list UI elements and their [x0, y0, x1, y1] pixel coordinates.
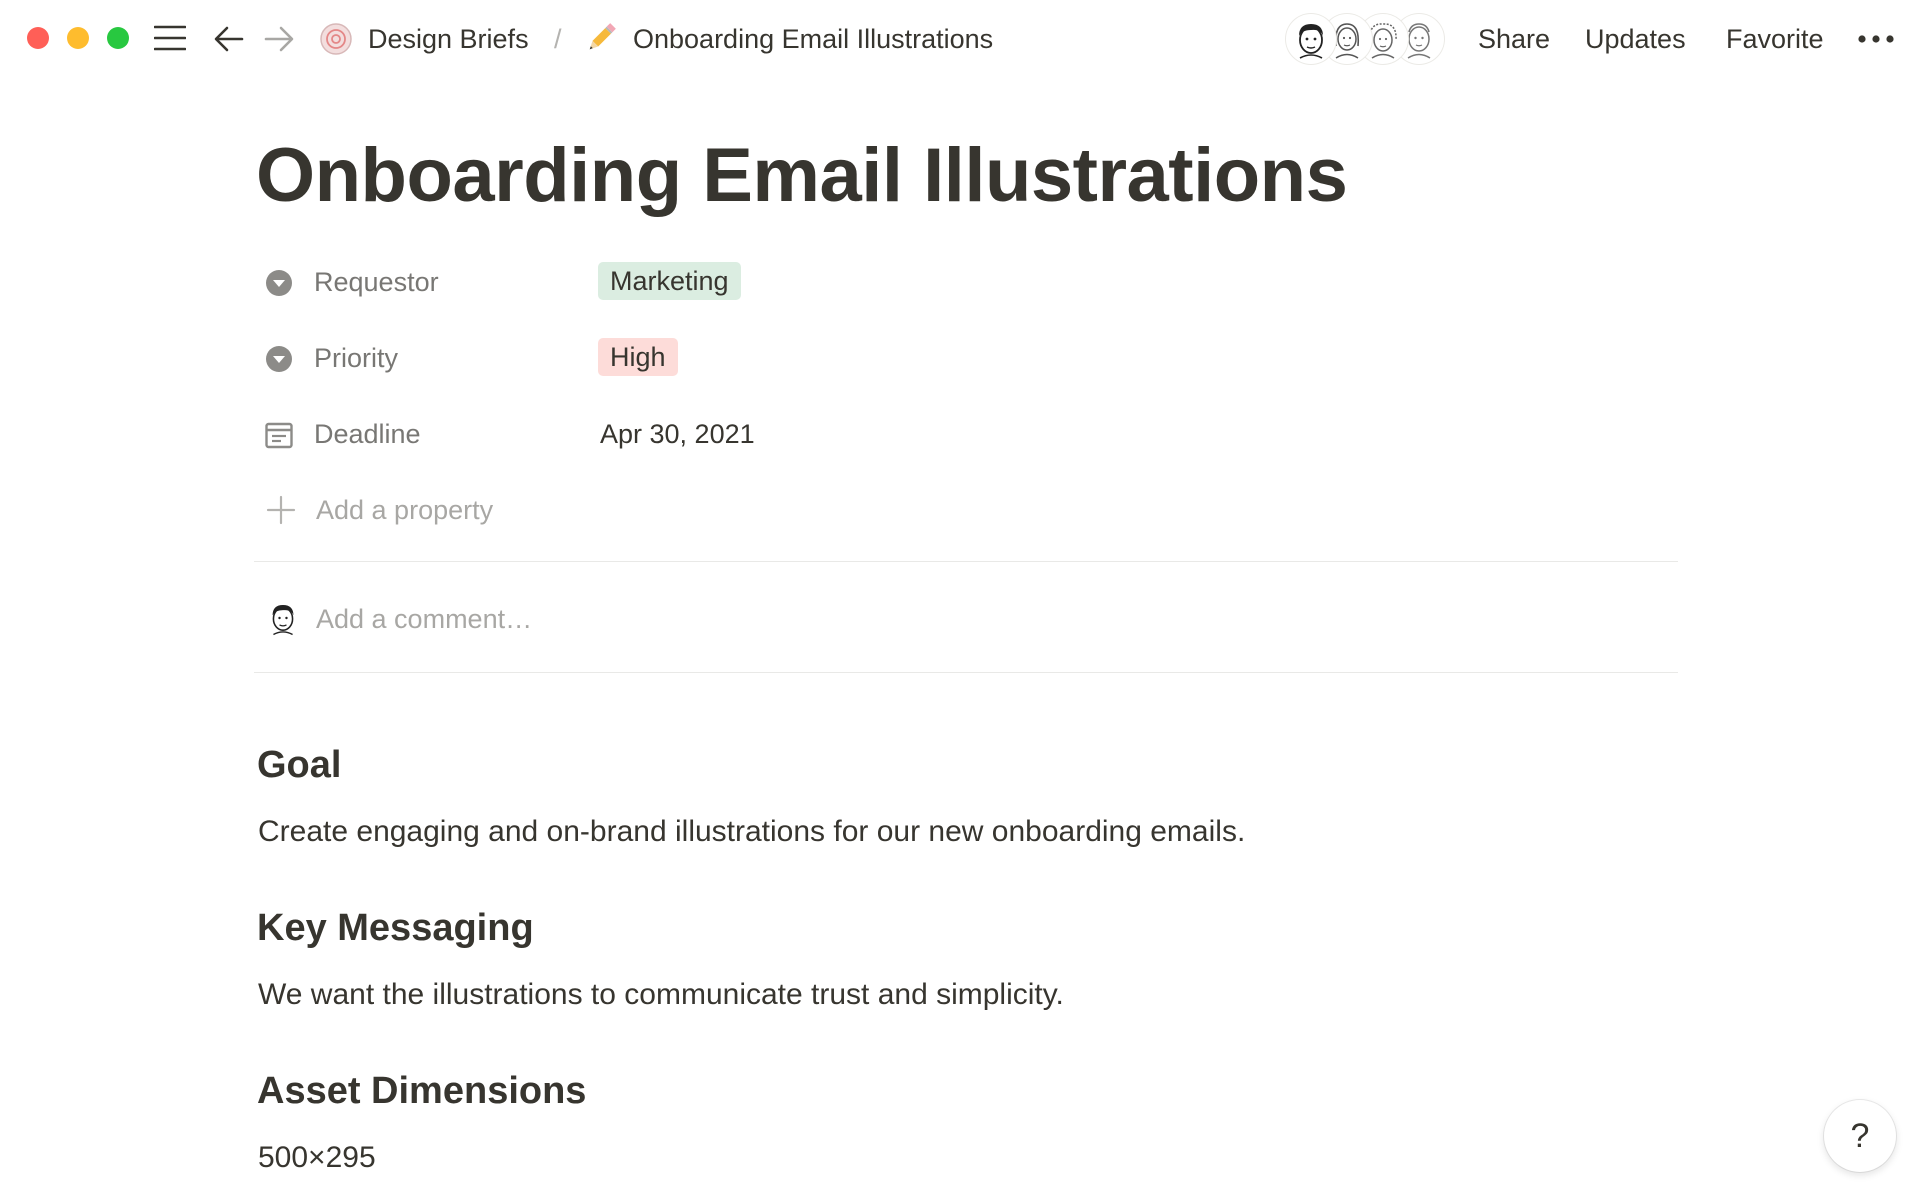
comment-avatar — [263, 598, 303, 638]
forward-arrow-icon[interactable] — [263, 23, 295, 55]
top-bar: Design Briefs / Onboarding Email Illustr… — [0, 0, 1920, 78]
property-deadline[interactable]: Deadline Apr 30, 2021 — [258, 408, 1678, 460]
favorite-button[interactable]: Favorite — [1726, 21, 1824, 57]
zoom-window-button[interactable] — [107, 27, 129, 49]
menu-icon[interactable] — [154, 23, 186, 53]
minimize-window-button[interactable] — [67, 27, 89, 49]
comment-input[interactable] — [316, 598, 1216, 640]
priority-tag[interactable]: High — [598, 338, 678, 376]
updates-button[interactable]: Updates — [1585, 21, 1686, 57]
back-arrow-icon[interactable] — [213, 23, 245, 55]
help-button[interactable]: ? — [1824, 1100, 1896, 1172]
property-label: Priority — [314, 343, 399, 373]
property-label: Requestor — [314, 267, 439, 297]
select-dropdown-icon — [266, 270, 292, 296]
property-label: Deadline — [314, 419, 421, 449]
page-title[interactable]: Onboarding Email Illustrations — [256, 128, 1348, 224]
section-heading-key-messaging[interactable]: Key Messaging — [257, 904, 534, 952]
requestor-tag[interactable]: Marketing — [598, 262, 741, 300]
calendar-icon — [265, 422, 293, 449]
breadcrumb-separator: / — [554, 24, 562, 54]
workspace-swirl-icon[interactable] — [318, 21, 354, 57]
pencil-icon — [589, 23, 616, 50]
section-body-asset-dimensions[interactable]: 500×295 — [258, 1138, 376, 1178]
divider — [254, 561, 1678, 562]
divider — [254, 672, 1678, 673]
plus-icon — [266, 495, 296, 525]
collaborator-avatars[interactable] — [1286, 14, 1446, 64]
more-dots-icon[interactable] — [1856, 26, 1896, 52]
select-dropdown-icon — [266, 346, 292, 372]
section-body-goal[interactable]: Create engaging and on-brand illustratio… — [258, 812, 1245, 852]
property-priority[interactable]: Priority High — [258, 332, 1678, 384]
breadcrumb-current-page[interactable]: Onboarding Email Illustrations — [633, 21, 993, 57]
add-property-label: Add a property — [316, 495, 494, 525]
share-button[interactable]: Share — [1478, 21, 1550, 57]
avatar-user-1[interactable] — [1286, 14, 1336, 64]
section-body-key-messaging[interactable]: We want the illustrations to communicate… — [258, 975, 1064, 1015]
section-heading-goal[interactable]: Goal — [257, 741, 341, 789]
close-window-button[interactable] — [27, 27, 49, 49]
section-heading-asset-dimensions[interactable]: Asset Dimensions — [257, 1067, 586, 1115]
property-requestor[interactable]: Requestor Marketing — [258, 256, 1678, 308]
deadline-value[interactable]: Apr 30, 2021 — [600, 416, 755, 452]
breadcrumb-design-briefs[interactable]: Design Briefs — [368, 21, 529, 57]
add-property-button[interactable]: Add a property — [262, 488, 662, 532]
